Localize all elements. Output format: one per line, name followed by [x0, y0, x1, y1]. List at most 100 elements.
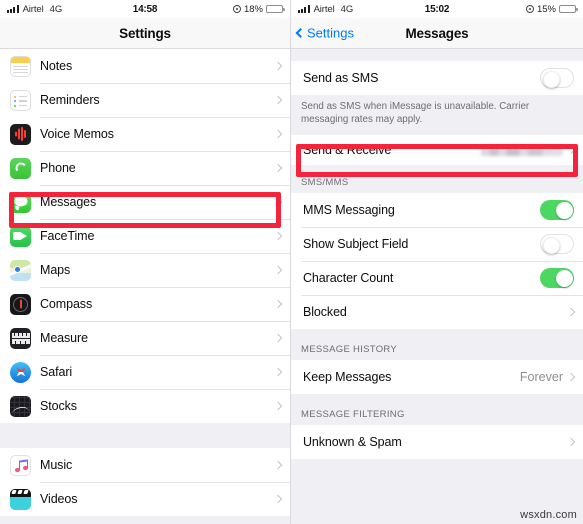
sidebar-item-measure[interactable]: Measure	[0, 321, 290, 355]
row-label: Keep Messages	[303, 370, 392, 385]
row-label: Voice Memos	[40, 127, 114, 141]
row-accessory	[566, 438, 576, 447]
dual-phone-screenshot: Airtel 4G 14:58 18% Settings Notes Remin…	[0, 0, 583, 524]
sidebar-item-safari[interactable]: Safari	[0, 355, 290, 389]
chevron-left-icon	[295, 28, 306, 38]
videos-icon	[10, 488, 31, 510]
row-label: Notes	[40, 59, 73, 73]
sidebar-item-videos[interactable]: Videos	[0, 482, 290, 516]
row-label: Send as SMS	[303, 71, 379, 85]
row-accessory	[273, 299, 283, 309]
battery-percent: 15%	[536, 3, 556, 15]
back-button-label: Settings	[307, 25, 354, 41]
reminders-icon	[10, 89, 31, 111]
section-header-sms-mms: SMS/MMS	[291, 165, 583, 194]
show-subject-field-toggle[interactable]	[540, 234, 574, 255]
row-unknown-and-spam[interactable]: Unknown & Spam	[291, 425, 583, 460]
compass-icon	[10, 293, 31, 315]
send-receive-value-redacted	[481, 144, 563, 156]
row-accessory	[273, 163, 283, 173]
notes-icon	[10, 55, 31, 77]
messages-settings-list[interactable]: Send as SMS Send as SMS when iMessage is…	[291, 49, 583, 524]
group-message-filtering: Unknown & Spam	[291, 425, 583, 460]
left-nav-bar: Settings	[0, 18, 290, 49]
phone-icon	[10, 157, 31, 179]
row-send-as-sms[interactable]: Send as SMS	[291, 61, 583, 95]
back-button[interactable]: Settings	[295, 25, 354, 41]
row-send-and-receive[interactable]: Send & Receive	[291, 135, 583, 166]
row-keep-messages[interactable]: Keep Messages Forever	[291, 360, 583, 395]
row-accessory	[273, 95, 283, 105]
sidebar-item-voice-memos[interactable]: Voice Memos	[0, 117, 290, 151]
row-character-count[interactable]: Character Count	[291, 261, 583, 296]
row-label: Reminders	[40, 93, 100, 107]
row-accessory	[273, 197, 283, 207]
chevron-right-icon	[566, 373, 576, 382]
sidebar-item-messages[interactable]: Messages	[0, 185, 290, 219]
chevron-right-icon	[273, 265, 283, 275]
settings-group-apps: Notes Reminders Voice Memos Phone Messag…	[0, 49, 290, 423]
sidebar-item-reminders[interactable]: Reminders	[0, 83, 290, 117]
keep-messages-value: Forever	[519, 370, 563, 385]
row-accessory	[540, 268, 574, 289]
location-services-icon	[232, 5, 241, 13]
battery-percent: 18%	[243, 3, 263, 15]
section-header-message-history: MESSAGE HISTORY	[291, 329, 583, 361]
watermark: wsxdn.com	[520, 509, 577, 521]
left-status-bar: Airtel 4G 14:58 18%	[0, 0, 290, 18]
row-label: Safari	[40, 365, 73, 379]
chevron-right-icon	[273, 401, 283, 411]
row-accessory	[540, 200, 574, 221]
section-gap	[0, 423, 290, 448]
sidebar-item-maps[interactable]: Maps	[0, 253, 290, 287]
chevron-right-icon	[273, 95, 283, 105]
right-status-bar: Airtel 4G 15:02 15%	[291, 0, 583, 18]
sidebar-item-notes[interactable]: Notes	[0, 49, 290, 83]
battery-icon	[266, 5, 285, 13]
left-phone-screen: Airtel 4G 14:58 18% Settings Notes Remin…	[0, 0, 291, 524]
sidebar-item-stocks[interactable]: Stocks	[0, 389, 290, 423]
stocks-icon	[10, 395, 31, 417]
chevron-right-icon	[566, 146, 576, 155]
row-label: Videos	[40, 492, 78, 506]
row-accessory	[566, 308, 576, 317]
chevron-right-icon	[273, 333, 283, 343]
status-right-group: 15%	[525, 3, 578, 15]
row-accessory	[540, 234, 574, 255]
row-label: Music	[40, 458, 73, 472]
status-right-group: 18%	[232, 3, 285, 15]
sidebar-item-phone[interactable]: Phone	[0, 151, 290, 185]
row-accessory	[273, 333, 283, 343]
battery-icon	[559, 5, 578, 13]
voice-memos-icon	[10, 123, 31, 145]
group-sms-mms: MMS Messaging Show Subject Field Charact…	[291, 193, 583, 330]
chevron-right-icon	[566, 308, 576, 317]
row-label: Maps	[40, 263, 71, 277]
row-label: Measure	[40, 331, 88, 345]
send-as-sms-toggle[interactable]	[540, 68, 574, 88]
chevron-right-icon	[273, 460, 283, 470]
row-mms-messaging[interactable]: MMS Messaging	[291, 193, 583, 228]
page-title: Messages	[405, 25, 469, 41]
settings-list[interactable]: Notes Reminders Voice Memos Phone Messag…	[0, 49, 290, 524]
messages-icon	[10, 191, 31, 213]
facetime-icon	[10, 225, 31, 247]
sidebar-item-music[interactable]: Music	[0, 448, 290, 482]
safari-icon	[10, 361, 31, 383]
row-label: FaceTime	[40, 229, 95, 243]
character-count-toggle[interactable]	[540, 268, 574, 289]
group-message-history: Keep Messages Forever	[291, 360, 583, 395]
row-accessory	[273, 367, 283, 377]
row-blocked[interactable]: Blocked	[291, 295, 583, 330]
chevron-right-icon	[273, 197, 283, 207]
sidebar-item-facetime[interactable]: FaceTime	[0, 219, 290, 253]
row-accessory	[481, 144, 576, 156]
sidebar-item-compass[interactable]: Compass	[0, 287, 290, 321]
chevron-right-icon	[273, 367, 283, 377]
settings-group-media: Music Videos	[0, 448, 290, 516]
mms-messaging-toggle[interactable]	[540, 200, 574, 221]
row-label: Send & Receive	[303, 143, 392, 158]
row-show-subject-field[interactable]: Show Subject Field	[291, 227, 583, 262]
location-services-icon	[525, 5, 534, 13]
row-label: Unknown & Spam	[303, 435, 402, 450]
